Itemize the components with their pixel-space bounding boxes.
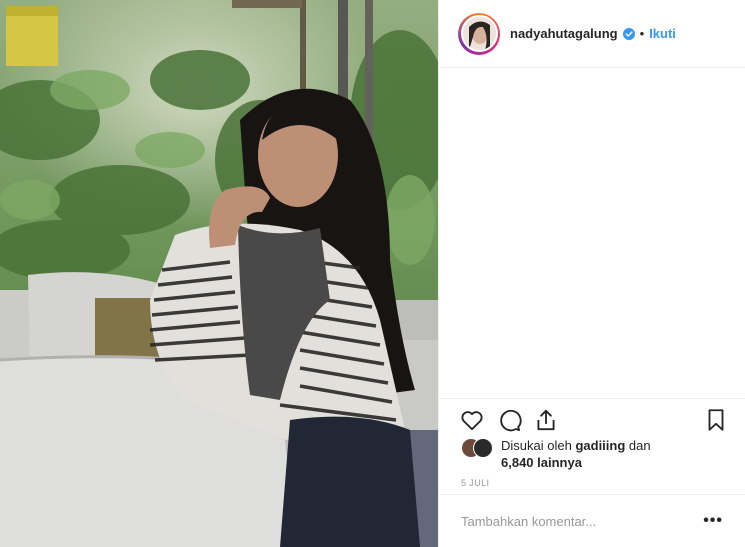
heart-icon[interactable] [459, 407, 485, 433]
comment-input[interactable] [461, 513, 704, 529]
comment-bar: ••• [439, 494, 745, 547]
verified-badge-icon [622, 27, 635, 40]
likes-count-link[interactable]: 6,840 lainnya [501, 455, 582, 470]
avatar-image [460, 15, 498, 52]
likes-text: Disukai oleh gadiiing dan 6,840 lainnya [501, 437, 651, 471]
liked-by-link[interactable]: gadiiing [575, 438, 625, 453]
username-link[interactable]: nadyahutagalung [510, 26, 618, 41]
share-icon[interactable] [533, 407, 559, 433]
action-bar [439, 398, 745, 440]
profile-avatar[interactable] [458, 12, 500, 55]
bookmark-icon[interactable] [703, 407, 729, 433]
liker-avatar [473, 438, 493, 458]
comment-icon[interactable] [496, 407, 522, 433]
post-photo[interactable] [0, 0, 438, 547]
likes-connector: dan [628, 438, 651, 453]
header-separator: • [639, 26, 645, 41]
follow-button[interactable]: Ikuti [649, 26, 676, 41]
likes-summary: Disukai oleh gadiiing dan 6,840 lainnya [461, 437, 731, 471]
photo-illustration [0, 0, 438, 547]
likes-prefix: Disukai oleh [501, 438, 572, 453]
post-side-panel: nadyahutagalung • Ikuti Disukai oleh gad… [438, 0, 745, 547]
post-header: nadyahutagalung • Ikuti [439, 0, 745, 68]
more-options-button[interactable]: ••• [703, 512, 723, 530]
liker-avatars[interactable] [461, 438, 497, 458]
post-date[interactable]: 5 JULI [461, 478, 489, 488]
